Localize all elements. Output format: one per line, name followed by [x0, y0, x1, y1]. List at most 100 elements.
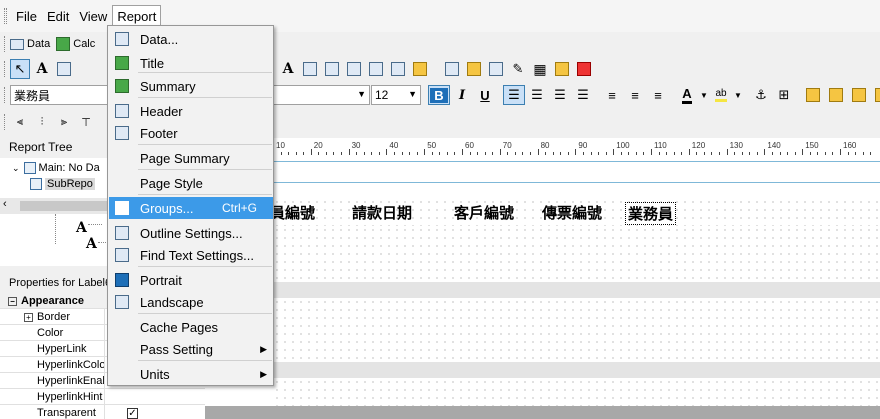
- label-salesperson[interactable]: 業務員: [625, 202, 677, 225]
- expand-icon[interactable]: ⌄: [12, 163, 20, 174]
- align-rights-button[interactable]: ⫸: [54, 112, 74, 132]
- toolbar-grip[interactable]: [4, 114, 7, 130]
- footer-band[interactable]: [273, 378, 880, 406]
- italic-button[interactable]: I: [451, 85, 473, 105]
- menu-item-cache-pages[interactable]: Cache Pages: [109, 316, 273, 338]
- band-separator[interactable]: [273, 362, 880, 378]
- move-forward-button[interactable]: [848, 85, 870, 105]
- label-a-icon[interactable]: A: [86, 236, 97, 252]
- align-justify-button[interactable]: ☰: [572, 85, 594, 105]
- align-right-button[interactable]: ☰: [549, 85, 571, 105]
- align-tops-button[interactable]: ⊤: [76, 112, 96, 132]
- menu-item-title[interactable]: Title: [109, 52, 273, 74]
- valign-middle-button[interactable]: ≡: [624, 85, 646, 105]
- label-voucher-id[interactable]: 傳票編號: [542, 202, 602, 223]
- crosstab-tool-button[interactable]: ✎: [508, 59, 528, 79]
- menu-item-data[interactable]: Data...: [109, 28, 273, 50]
- header-band[interactable]: [273, 226, 880, 282]
- menu-item-landscape[interactable]: Landscape: [109, 291, 273, 313]
- font-size-combo[interactable]: 12 ▼: [371, 85, 421, 105]
- bold-button[interactable]: B: [428, 85, 450, 105]
- font-color-dropdown[interactable]: ▼: [699, 85, 709, 105]
- move-forward-icon: [852, 88, 866, 102]
- chevron-down-icon[interactable]: ▼: [408, 89, 417, 99]
- label-salesrep-id[interactable]: 員編號: [270, 202, 315, 223]
- align-center-button[interactable]: ☰: [526, 85, 548, 105]
- label-a-icon[interactable]: A: [76, 220, 87, 236]
- bring-front-button[interactable]: [802, 85, 824, 105]
- highlight-color-button[interactable]: ab: [710, 85, 732, 105]
- label-tool-button[interactable]: A: [32, 59, 52, 79]
- tree-node-subreport[interactable]: SubRepo: [30, 178, 95, 190]
- font-name-combo-tail[interactable]: ▼: [274, 85, 370, 105]
- picture-tool-button[interactable]: [552, 59, 572, 79]
- property-row-transparent[interactable]: Transparent ✓: [0, 404, 205, 419]
- menu-item-units[interactable]: Units ▶: [109, 363, 273, 385]
- menu-item-page-style[interactable]: Page Style: [109, 172, 273, 194]
- chevron-down-icon[interactable]: ▼: [357, 89, 366, 99]
- menubar-grip[interactable]: [4, 8, 7, 24]
- menu-edit[interactable]: Edit: [42, 5, 74, 28]
- menu-item-groups[interactable]: Groups... Ctrl+G: [109, 197, 273, 219]
- menu-item-pass-setting[interactable]: Pass Setting ▶: [109, 338, 273, 360]
- menu-item-find-text-settings[interactable]: Find Text Settings...: [109, 244, 273, 266]
- chart-tool-button[interactable]: [410, 59, 430, 79]
- region-tool-button[interactable]: [486, 59, 506, 79]
- pointer-tool-button[interactable]: ↖: [10, 59, 30, 79]
- data-button[interactable]: Data: [10, 34, 50, 54]
- menu-item-page-summary[interactable]: Page Summary: [109, 147, 273, 169]
- toolbar-grip[interactable]: [4, 87, 7, 103]
- image-tool-button[interactable]: [54, 59, 74, 79]
- table-tool-button[interactable]: ▦: [530, 59, 550, 79]
- richtext-tool-button[interactable]: [388, 59, 408, 79]
- detail-band[interactable]: [273, 298, 880, 362]
- anchor-button[interactable]: ⚓: [750, 85, 772, 105]
- menu-separator: [138, 72, 272, 73]
- report-design-surface[interactable]: 10 20 30 40 50 60 70 80 90 100 110 120 130 140 150 160 …: [205, 138, 880, 419]
- menu-item-portrait[interactable]: Portrait: [109, 269, 273, 291]
- valign-bottom-button[interactable]: ≡: [647, 85, 669, 105]
- label-request-date[interactable]: 請款日期: [352, 202, 412, 223]
- scroll-left-icon[interactable]: ‹: [3, 198, 7, 210]
- label-customer-id[interactable]: 客戶編號: [454, 202, 514, 223]
- align-lefts-button[interactable]: ⫷: [10, 112, 30, 132]
- menu-report[interactable]: Report: [112, 5, 162, 27]
- menu-file[interactable]: File: [11, 5, 42, 28]
- transparent-checkbox[interactable]: ✓: [105, 407, 138, 419]
- font-name-combo[interactable]: 業務員: [10, 85, 110, 105]
- barcode-tool-button[interactable]: [442, 59, 462, 79]
- pdf-tool-button[interactable]: [574, 59, 594, 79]
- data-button-label: Data: [27, 38, 51, 50]
- dbimage-tool-button[interactable]: [300, 59, 320, 79]
- bold-icon: B: [430, 87, 448, 103]
- underline-button[interactable]: U: [474, 85, 496, 105]
- move-backward-button[interactable]: [871, 85, 880, 105]
- subreport-tool-button[interactable]: [464, 59, 484, 79]
- align-right-icon: ☰: [554, 87, 566, 102]
- menu-item-header[interactable]: Header: [109, 100, 273, 122]
- send-back-button[interactable]: [825, 85, 847, 105]
- ruler-label: 50: [427, 141, 437, 150]
- valign-top-button[interactable]: ≡: [601, 85, 623, 105]
- design-scrollbar[interactable]: [205, 406, 880, 419]
- toolbar-grip[interactable]: [4, 36, 7, 52]
- memo-tool-button[interactable]: [322, 59, 342, 79]
- menu-item-footer[interactable]: Footer: [109, 122, 273, 144]
- property-row-hyperlink-hint[interactable]: HyperlinkHint: [0, 388, 205, 405]
- font-color-button[interactable]: A: [676, 85, 698, 105]
- frame-button[interactable]: ⊞: [773, 85, 795, 105]
- align-left-button[interactable]: ☰: [503, 85, 525, 105]
- expand-icon[interactable]: +: [24, 312, 33, 322]
- dbtext-tool-button[interactable]: A: [278, 59, 298, 79]
- tree-node-main[interactable]: ⌄ Main: No Da: [12, 162, 100, 174]
- highlight-color-dropdown[interactable]: ▼: [733, 85, 743, 105]
- align-centers-button[interactable]: ⫶: [32, 112, 52, 132]
- menu-item-summary[interactable]: Summary: [109, 75, 273, 97]
- toolbar-grip[interactable]: [4, 61, 7, 77]
- menu-item-outline-settings[interactable]: Outline Settings...: [109, 222, 273, 244]
- shape-tool-button[interactable]: [366, 59, 386, 79]
- calc-button[interactable]: Calc: [56, 34, 95, 54]
- calc-tool-button[interactable]: [344, 59, 364, 79]
- collapse-icon[interactable]: −: [8, 296, 17, 306]
- band-separator[interactable]: [273, 282, 880, 298]
